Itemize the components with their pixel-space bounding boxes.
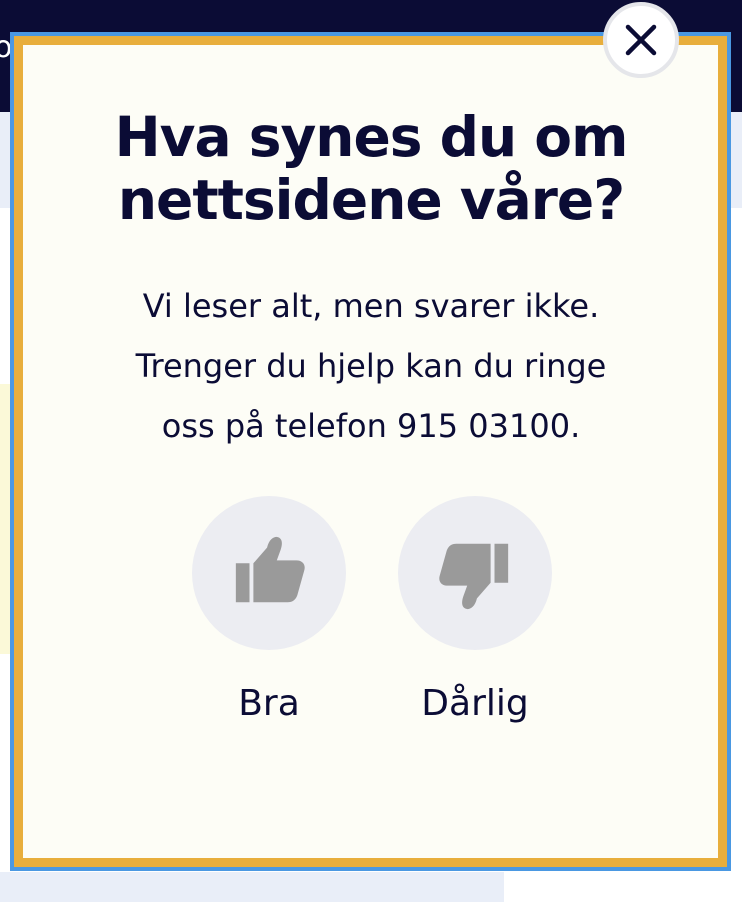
- vote-bad-label: Dårlig: [421, 683, 529, 724]
- vote-bad-circle[interactable]: [398, 496, 552, 650]
- description-line: oss på telefon 915 03100.: [161, 407, 581, 445]
- description-line: Vi leser alt, men svarer ikke.: [142, 287, 600, 325]
- thumbs-down-icon: [439, 543, 509, 610]
- dialog-description: Vi leser alt, men svarer ikke. Trenger d…: [27, 276, 715, 456]
- background-band: [0, 872, 504, 902]
- page: o Hva synes du om nettsidene våre? Vi le…: [0, 0, 742, 902]
- vote-good-circle[interactable]: [192, 496, 346, 650]
- vote-good-label: Bra: [238, 683, 300, 724]
- description-line: Trenger du hjelp kan du ringe: [135, 347, 607, 385]
- dialog-content: Hva synes du om nettsidene våre? Vi lese…: [27, 44, 715, 859]
- vote-bad-button[interactable]: Dårlig: [397, 496, 553, 724]
- dialog-title-line: nettsidene våre?: [117, 168, 625, 232]
- dialog-title: Hva synes du om nettsidene våre?: [27, 106, 715, 232]
- dialog-title-line: Hva synes du om: [114, 105, 629, 169]
- vote-good-button[interactable]: Bra: [191, 496, 347, 724]
- close-button[interactable]: [603, 2, 679, 78]
- close-icon: [625, 24, 657, 56]
- thumbs-up-icon: [235, 536, 305, 603]
